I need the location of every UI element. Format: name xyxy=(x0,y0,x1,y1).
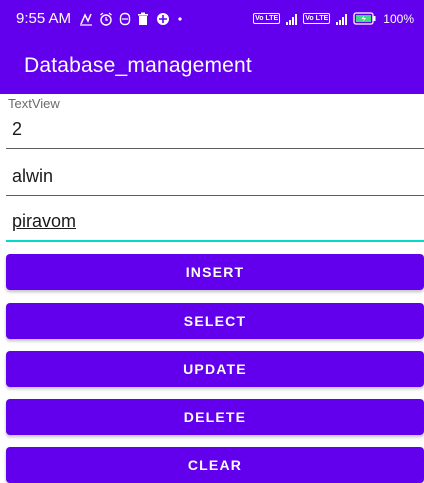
name-field[interactable] xyxy=(6,160,424,196)
id-field[interactable] xyxy=(6,113,424,149)
insert-button[interactable]: INSERT xyxy=(6,254,424,290)
battery-percent: 100% xyxy=(383,11,414,26)
name-input[interactable] xyxy=(12,166,424,187)
delete-button[interactable]: DELETE xyxy=(6,399,424,435)
update-button[interactable]: UPDATE xyxy=(6,351,424,387)
sim1-volte-badge: Vo LTE xyxy=(253,13,281,24)
textview-label: TextView xyxy=(8,96,60,111)
data-saver-icon xyxy=(119,12,131,26)
sim2-signal-icon xyxy=(336,13,348,25)
place-field[interactable] xyxy=(6,206,424,242)
status-right: Vo LTE Vo LTE 100% xyxy=(253,12,414,26)
status-left: 9:55 AM xyxy=(16,10,183,27)
gesture-icon xyxy=(79,12,93,26)
clear-button[interactable]: CLEAR xyxy=(6,447,424,483)
battery-icon xyxy=(353,12,377,25)
place-input[interactable] xyxy=(12,211,424,232)
game-icon xyxy=(155,12,171,26)
status-bar: 9:55 AM Vo LTE Vo LTE 100% xyxy=(0,0,424,37)
select-button[interactable]: SELECT xyxy=(6,303,424,339)
id-input[interactable] xyxy=(12,119,424,140)
alarm-icon xyxy=(99,12,113,26)
app-title: Database_management xyxy=(24,53,252,77)
status-time: 9:55 AM xyxy=(16,10,72,27)
sim2-volte-badge: Vo LTE xyxy=(303,13,331,24)
delete-icon xyxy=(137,12,149,26)
sim1-signal-icon xyxy=(286,13,298,25)
app-bar: Database_management xyxy=(0,37,424,94)
dot-icon xyxy=(177,16,183,22)
